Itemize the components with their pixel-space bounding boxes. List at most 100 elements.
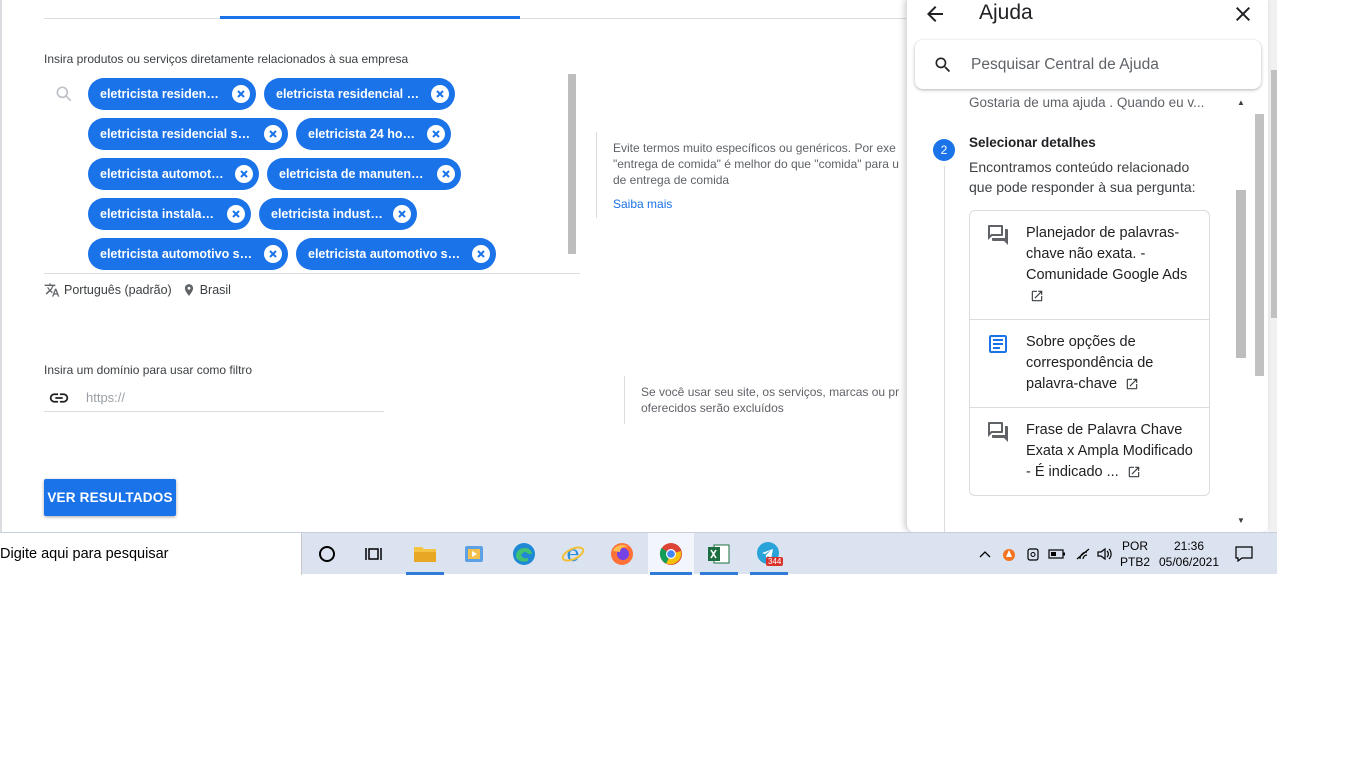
remove-chip-icon[interactable]: [232, 85, 250, 103]
close-icon[interactable]: [1231, 2, 1255, 26]
help-title: Ajuda: [979, 1, 1033, 24]
active-tab-indicator[interactable]: [220, 16, 520, 19]
domain-field[interactable]: [44, 384, 384, 412]
chip-label: eletricista de manutenção: [279, 167, 429, 181]
chip-label: eletricista 24 horas: [308, 127, 419, 141]
remove-chip-icon[interactable]: [431, 85, 449, 103]
domain-label: Insira um domínio para usar como filtro: [44, 363, 253, 377]
telegram-icon[interactable]: 344: [748, 533, 790, 575]
keyword-chip[interactable]: eletricista industrial: [259, 198, 417, 230]
screen: Insira produtos ou serviços diretamente …: [0, 0, 1366, 768]
remove-chip-icon[interactable]: [227, 205, 245, 223]
input-language[interactable]: POR PTB2: [1118, 533, 1152, 575]
article-icon: [989, 335, 1007, 353]
hint-line: Se você usar seu site, os serviços, marc…: [641, 385, 900, 399]
help-search-box[interactable]: [915, 40, 1261, 89]
remove-chip-icon[interactable]: [235, 165, 253, 183]
excel-icon[interactable]: [698, 533, 740, 575]
running-indicator: [406, 572, 444, 575]
clock[interactable]: 21:36 05/06/2021: [1156, 533, 1222, 575]
external-link-icon: [1126, 378, 1138, 390]
keyword-chip[interactable]: eletricista instalador: [88, 198, 251, 230]
products-label: Insira produtos ou serviços diretamente …: [44, 52, 409, 66]
location-pin-icon: [184, 284, 193, 296]
edge-icon[interactable]: [503, 533, 545, 575]
internet-explorer-icon[interactable]: e: [552, 533, 594, 575]
keyword-chip[interactable]: eletricista automotivo sete lagoas: [296, 238, 496, 270]
remove-chip-icon[interactable]: [264, 245, 282, 263]
hint-line: de entrega de comida: [613, 173, 730, 187]
keyword-chip[interactable]: eletricista 24 horas: [296, 118, 451, 150]
wifi-icon[interactable]: [1072, 533, 1094, 575]
keyword-chip[interactable]: eletricista de manutenção: [267, 158, 461, 190]
scroll-up-arrow-icon[interactable]: ▲: [1237, 98, 1245, 107]
remove-chip-icon[interactable]: [427, 125, 445, 143]
help-content: Gostaria de uma ajuda . Quando eu v... 2…: [907, 90, 1268, 532]
chip-label: eletricista automotivo sete lagoas: [308, 247, 464, 261]
suggested-article[interactable]: Frase de Palavra Chave Exata x Ampla Mod…: [970, 408, 1209, 495]
keyword-chip[interactable]: eletricista automotivo: [88, 158, 259, 190]
avast-icon[interactable]: [998, 533, 1020, 575]
taskbar-search[interactable]: [0, 533, 302, 575]
keyword-chip[interactable]: eletricista residencial sbc: [264, 78, 455, 110]
video-editor-icon[interactable]: [453, 533, 495, 575]
suggested-article[interactable]: Planejador de palavras-chave não exata. …: [970, 211, 1209, 320]
remove-chip-icon[interactable]: [393, 205, 411, 223]
help-scrollbar-thumb[interactable]: [1255, 114, 1264, 376]
external-link-icon: [1128, 466, 1139, 478]
chip-label: eletricista automotivo: [100, 167, 227, 181]
chips-scrollbar[interactable]: [568, 74, 576, 254]
keyword-chips-field[interactable]: eletricista residencial eletricista resi…: [44, 74, 580, 274]
cortana-icon[interactable]: [306, 533, 348, 575]
see-results-button[interactable]: VER RESULTADOS: [44, 479, 176, 516]
step-description: Encontramos conteúdo relacionado que pod…: [969, 159, 1196, 195]
hint-line: "entrega de comida" é melhor do que "com…: [613, 157, 899, 171]
chip-label: eletricista automotivo salvador: [100, 247, 256, 261]
device-icon[interactable]: [1022, 533, 1044, 575]
scroll-down-arrow-icon[interactable]: ▼: [1237, 516, 1245, 525]
chrome-icon[interactable]: [648, 533, 694, 575]
show-hidden-icons[interactable]: [976, 533, 994, 575]
volume-icon[interactable]: [1094, 533, 1116, 575]
language-label[interactable]: Português (padrão): [64, 283, 172, 297]
domain-hint: Se você usar seu site, os serviços, marc…: [624, 376, 908, 424]
language-code: POR: [1121, 539, 1148, 553]
file-explorer-icon[interactable]: [404, 533, 446, 575]
hint-line: Evite termos muito específicos ou genéri…: [613, 141, 896, 155]
suggested-article[interactable]: Sobre opções de correspondência de palav…: [970, 320, 1209, 408]
keyboard-layout: PTB2: [1119, 555, 1150, 569]
firefox-icon[interactable]: [601, 533, 643, 575]
location-label[interactable]: Brasil: [200, 283, 231, 297]
chip-label: eletricista residencial: [100, 87, 224, 101]
back-arrow-icon[interactable]: [923, 2, 947, 26]
forum-icon: [988, 422, 1008, 442]
keyword-chip[interactable]: eletricista residencial são bernardo do …: [88, 118, 288, 150]
previous-step-text[interactable]: Gostaria de uma ajuda . Quando eu v...: [969, 95, 1209, 110]
keyword-chip[interactable]: eletricista residencial: [88, 78, 256, 110]
step-title: Selecionar detalhes: [969, 135, 1096, 150]
remove-chip-icon[interactable]: [264, 125, 282, 143]
chip-label: eletricista residencial são bernardo do …: [100, 127, 256, 141]
page-scrollbar-thumb[interactable]: [1271, 70, 1277, 318]
domain-input[interactable]: [86, 390, 366, 405]
keyword-chip[interactable]: eletricista automotivo salvador: [88, 238, 288, 270]
article-title: Planejador de palavras-chave não exata. …: [1026, 225, 1188, 283]
help-header: Ajuda: [907, 0, 1268, 32]
translate-icon: [44, 283, 60, 297]
help-search-input[interactable]: [971, 55, 1251, 74]
external-link-icon: [1031, 290, 1043, 302]
keywords-hint: Evite termos muito específicos ou genéri…: [596, 132, 908, 218]
taskbar-search-input[interactable]: [0, 546, 290, 562]
help-inner-scrollbar-thumb[interactable]: [1236, 190, 1246, 358]
notifications-icon[interactable]: [1228, 533, 1260, 575]
clock-time: 21:36: [1173, 539, 1205, 553]
running-indicator: [650, 572, 692, 575]
windows-taskbar: e 344: [0, 532, 1277, 575]
remove-chip-icon[interactable]: [437, 165, 455, 183]
remove-chip-icon[interactable]: [472, 245, 490, 263]
task-view-icon[interactable]: [354, 533, 396, 575]
learn-more-link[interactable]: Saiba mais: [613, 196, 908, 212]
stepper-line: [944, 166, 945, 532]
battery-icon[interactable]: [1046, 533, 1068, 575]
svg-text:e: e: [566, 542, 579, 566]
